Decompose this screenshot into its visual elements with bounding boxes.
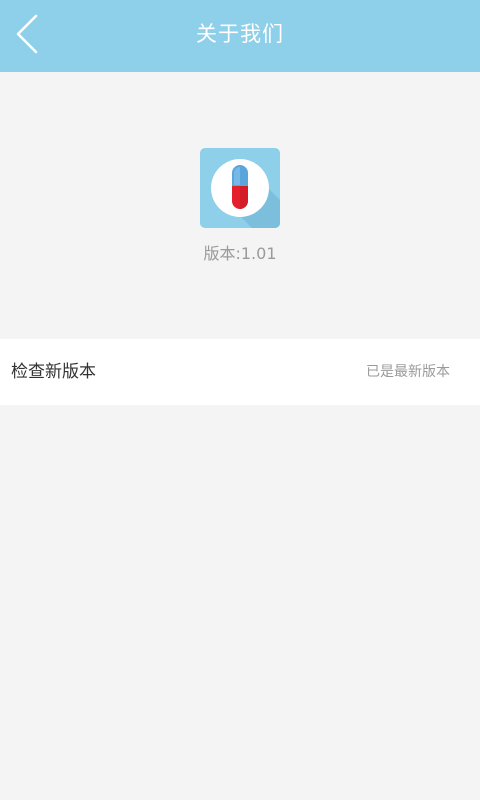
check-update-row[interactable]: 检查新版本 已是最新版本 (0, 339, 480, 405)
version-label: 版本:1.01 (203, 244, 277, 263)
page-title: 关于我们 (196, 22, 284, 46)
pill-capsule-icon (200, 148, 280, 228)
update-status-text: 已是最新版本 (366, 364, 450, 380)
app-logo (200, 148, 280, 228)
check-update-label: 检查新版本 (11, 362, 96, 382)
header-bar: 关于我们 (0, 0, 480, 72)
